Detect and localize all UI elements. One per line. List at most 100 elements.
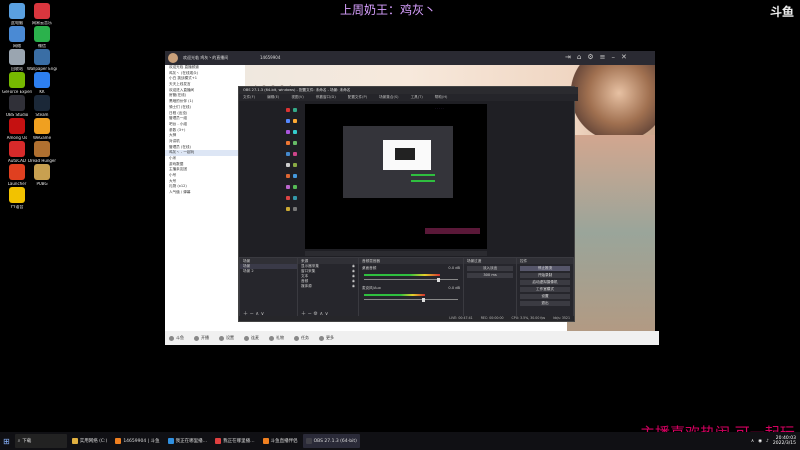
search-box[interactable]: ⌕ 下载 (14, 434, 67, 448)
transition-duration[interactable]: 300 ms (467, 273, 513, 278)
obs-control-button[interactable]: 设置 (520, 294, 570, 299)
obs-menu-item[interactable]: 配置文件(P) (348, 94, 367, 101)
dock-icon[interactable] (286, 108, 290, 112)
dock-icon[interactable] (286, 141, 290, 145)
dock-icon[interactable] (286, 152, 290, 156)
dock-icon[interactable] (293, 185, 297, 189)
desktop-icon[interactable]: Wallpaper Engine (27, 49, 57, 71)
bottom-toolbar-button[interactable]: 斗鱼 (169, 335, 184, 341)
bottom-toolbar-button[interactable]: 开播 (194, 335, 209, 341)
obs-menu-item[interactable]: 视图(V) (291, 94, 303, 101)
dock-icon[interactable] (286, 196, 290, 200)
controls-dock: 控件 停止推流 开始录制 启动虚拟摄像机 工作室模式 设置 退出 (516, 257, 574, 319)
room-list-item[interactable]: 人气值 / 弹幕 (165, 190, 245, 196)
taskbar-app[interactable]: 我正在哪里播… (212, 434, 258, 448)
transitions-dock: 场景过渡 淡入淡出 300 ms (463, 257, 517, 319)
desktop-icon[interactable]: 微信 (27, 26, 57, 48)
exit-icon[interactable]: ⇥ (565, 53, 571, 61)
bottom-toolbar-button[interactable]: 礼物 (269, 335, 284, 341)
menu-icon[interactable]: ≡ (600, 53, 606, 61)
app-icon (34, 118, 50, 134)
volume-slider[interactable] (364, 277, 458, 282)
window-title: 欢迎光临 鸡灰丶的直播间 (183, 55, 229, 60)
taskbar-app-label: 我正在哪里播… (223, 439, 255, 444)
taskbar-app-icon (115, 438, 122, 444)
transition-select[interactable]: 淡入淡出 (467, 266, 513, 271)
desktop-icon[interactable]: YY语音 (2, 187, 32, 209)
obs-dock-icons (283, 104, 303, 249)
obs-menu-item[interactable]: 场景集合(S) (379, 94, 398, 101)
dock-icon[interactable] (293, 130, 297, 134)
network-icon[interactable]: ◉ (758, 439, 762, 444)
nested-window (383, 140, 431, 170)
eye-icon[interactable]: ◉ (352, 284, 355, 289)
desktop-icon[interactable]: 网易云音乐 (27, 3, 57, 25)
desktop-icon[interactable]: Steam (27, 95, 57, 117)
desktop-icon[interactable]: Dread Hunger (27, 141, 57, 163)
slider-knob[interactable] (422, 297, 426, 302)
desktop-icon[interactable]: KK (27, 72, 57, 94)
bottom-toolbar-button[interactable]: 任务 (294, 335, 309, 341)
taskbar-app-icon (167, 438, 174, 444)
taskbar-app[interactable]: 斗鱼直播伴侣 (260, 434, 301, 448)
taskbar-app[interactable]: OBS 27.1.3 (64-bit) (302, 434, 360, 448)
dock-icon[interactable] (286, 119, 290, 123)
obs-menu-item[interactable]: 编辑(E) (267, 94, 279, 101)
bottom-toolbar-button[interactable]: 更多 (319, 335, 334, 341)
volume-icon[interactable]: ♪ (766, 439, 769, 444)
obs-control-button[interactable]: 工作室模式 (520, 287, 570, 292)
obs-menu-item[interactable]: 工具(T) (411, 94, 423, 101)
dock-icon[interactable] (293, 152, 297, 156)
obs-menu-item[interactable]: 帮助(H) (435, 94, 448, 101)
obs-control-button[interactable]: 启动虚拟摄像机 (520, 280, 570, 285)
scenes-dock: 场景 场景 场景 2 ＋ − ∧ ∨ (239, 257, 298, 319)
dock-icon[interactable] (293, 196, 297, 200)
settings-icon[interactable]: ⚙ (587, 53, 593, 61)
dock-icon[interactable] (293, 141, 297, 145)
minimize-icon[interactable]: – (611, 53, 615, 61)
desktop-icon-label: 网易云音乐 (32, 21, 52, 25)
dock-icon[interactable] (286, 163, 290, 167)
volume-slider[interactable] (364, 297, 458, 302)
tray-chevron-icon[interactable]: ∧ (751, 439, 754, 444)
desktop-icon[interactable]: WeGame (27, 118, 57, 140)
slider-knob[interactable] (437, 277, 441, 282)
dock-icon[interactable] (293, 207, 297, 211)
room-id: 14659904 (260, 55, 281, 60)
source-item[interactable]: 媒体源 ◉ (298, 284, 358, 289)
app-icon (9, 49, 25, 65)
taskbar-app[interactable]: 实用网络 (C:) (69, 434, 111, 448)
dock-icon[interactable] (293, 163, 297, 167)
obs-control-button[interactable]: 开始录制 (520, 273, 570, 278)
obs-preview[interactable]: · · · · · (305, 104, 487, 249)
start-button[interactable]: ⊞ (0, 434, 13, 448)
bottom-toolbar-button[interactable]: 连麦 (244, 335, 259, 341)
app-icon (34, 164, 50, 180)
obs-menu-item[interactable]: 文件(F) (243, 94, 255, 101)
taskbar-app[interactable]: 14659904 | 斗鱼 (112, 434, 162, 448)
scene-item[interactable]: 场景 2 (240, 269, 297, 274)
dock-icon[interactable] (286, 185, 290, 189)
obs-control-button[interactable]: 退出 (520, 301, 570, 306)
home-icon[interactable]: ⌂ (577, 53, 581, 61)
dock-icon[interactable] (286, 174, 290, 178)
dock-icon[interactable] (293, 174, 297, 178)
obs-menu-item[interactable]: 停靠窗口(D) (316, 94, 336, 101)
bottom-toolbar-button[interactable]: 设置 (219, 335, 234, 341)
desktop-icon[interactable]: PUBG (27, 164, 57, 186)
banner-character-art (565, 65, 655, 135)
avatar[interactable] (168, 53, 178, 63)
obs-control-button[interactable]: 停止推流 (520, 266, 570, 271)
dock-icon[interactable] (286, 207, 290, 211)
cpu-status: CPU: 3.5%, 30.00 fps (511, 316, 546, 320)
sources-dock: 来源 显示器采集 ◉ 窗口采集 ◉ 文本 ◉ 音频 ◉ 媒体源 ◉ ＋ − ⚙ ∧ ∨ (297, 257, 359, 319)
toolbar-icon (169, 335, 174, 341)
dock-icon[interactable] (286, 130, 290, 134)
app-icon (34, 141, 50, 157)
close-icon[interactable]: ✕ (621, 53, 627, 61)
dock-icon[interactable] (293, 119, 297, 123)
taskbar: ⊞ ⌕ 下载 实用网络 (C:) 14659904 | 斗鱼 我正在哪里播… 我正在哪… (0, 432, 800, 450)
dock-icon[interactable] (293, 108, 297, 112)
taskbar-app[interactable]: 我正在哪里播… (165, 434, 211, 448)
clock-date[interactable]: 2022/3/15 (773, 441, 796, 446)
